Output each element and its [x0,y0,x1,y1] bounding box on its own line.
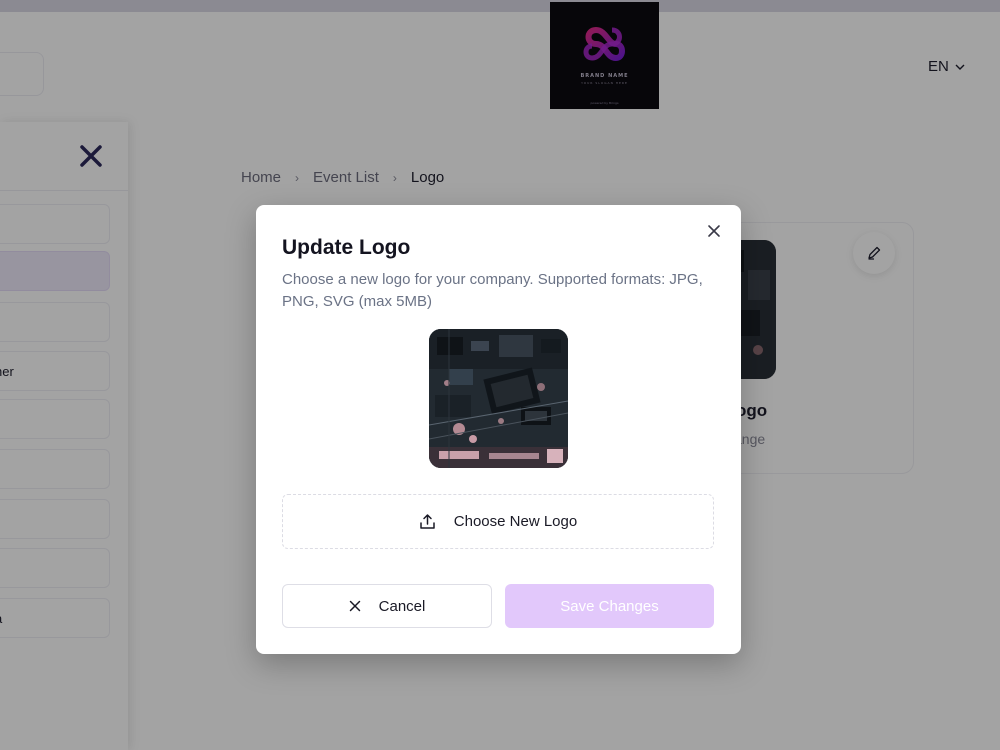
cancel-button[interactable]: Cancel [282,584,492,628]
logo-preview-image [429,329,568,468]
choose-new-logo-button[interactable]: Choose New Logo [282,494,714,549]
cancel-label: Cancel [378,597,426,615]
save-changes-button[interactable]: Save Changes [505,584,714,628]
close-icon[interactable] [705,222,723,240]
save-changes-label: Save Changes [560,597,659,615]
close-icon [349,600,360,612]
update-logo-modal: Update Logo Choose a new logo for your c… [256,205,741,654]
choose-new-logo-label: Choose New Logo [453,513,578,530]
modal-title: Update Logo [282,236,411,259]
upload-icon [420,514,435,529]
modal-description: Choose a new logo for your company. Supp… [282,271,703,310]
